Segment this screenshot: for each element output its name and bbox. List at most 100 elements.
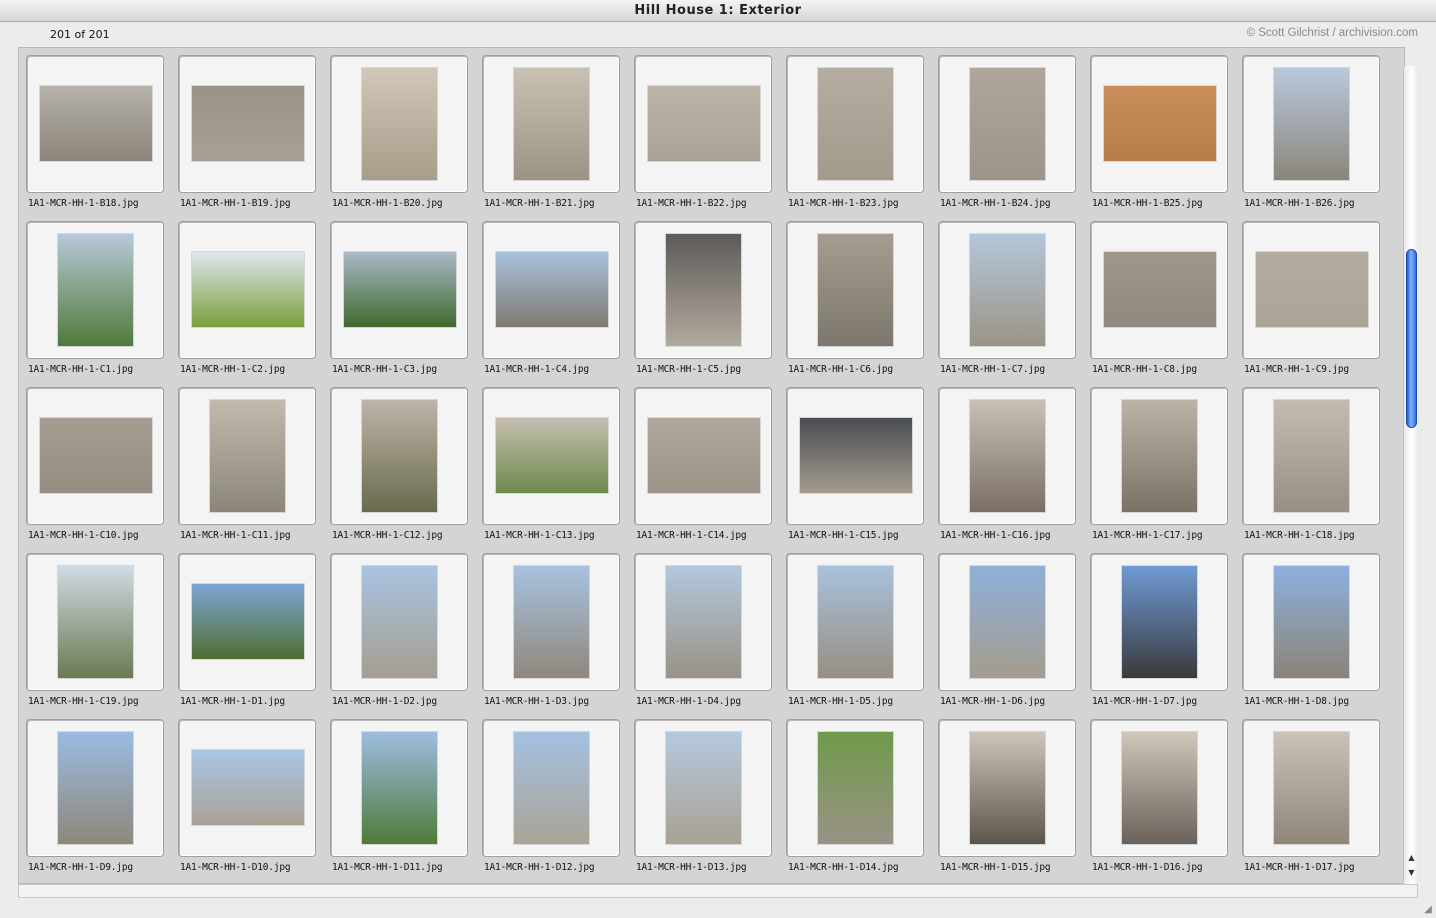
slide-mount[interactable] [482, 553, 620, 691]
thumbnail-item[interactable]: 1A1-MCR-HH-1-D14.jpg [780, 713, 924, 879]
scroll-up-arrow-icon[interactable]: ▲ [1404, 851, 1419, 864]
thumbnail-item[interactable]: 1A1-MCR-HH-1-B26.jpg [1236, 49, 1380, 215]
thumbnail-image[interactable] [362, 400, 437, 512]
thumbnail-item[interactable]: 1A1-MCR-HH-1-C4.jpg [476, 215, 620, 381]
thumbnail-item[interactable]: 1A1-MCR-HH-1-C7.jpg [932, 215, 1076, 381]
thumbnail-image[interactable] [970, 566, 1045, 678]
thumbnail-image[interactable] [818, 566, 893, 678]
thumbnail-item[interactable]: 1A1-MCR-HH-1-D8.jpg [1236, 547, 1380, 713]
slide-mount[interactable] [330, 55, 468, 193]
slide-mount[interactable] [1090, 387, 1228, 525]
thumbnail-image[interactable] [666, 234, 741, 346]
thumbnail-item[interactable]: 1A1-MCR-HH-1-C8.jpg [1084, 215, 1228, 381]
slide-mount[interactable] [178, 55, 316, 193]
slide-mount[interactable] [1242, 221, 1380, 359]
thumbnail-item[interactable]: 1A1-MCR-HH-1-B20.jpg [324, 49, 468, 215]
thumbnail-image[interactable] [192, 584, 304, 659]
thumbnail-image[interactable] [344, 252, 456, 327]
slide-mount[interactable] [330, 719, 468, 857]
thumbnail-item[interactable]: 1A1-MCR-HH-1-D2.jpg [324, 547, 468, 713]
thumbnail-image[interactable] [362, 68, 437, 180]
slide-mount[interactable] [178, 719, 316, 857]
thumbnail-image[interactable] [970, 400, 1045, 512]
thumbnail-item[interactable]: 1A1-MCR-HH-1-D4.jpg [628, 547, 772, 713]
thumbnail-item[interactable]: 1A1-MCR-HH-1-D1.jpg [172, 547, 316, 713]
slide-mount[interactable] [786, 387, 924, 525]
slide-mount[interactable] [634, 553, 772, 691]
slide-mount[interactable] [634, 719, 772, 857]
thumbnail-item[interactable]: 1A1-MCR-HH-1-D6.jpg [932, 547, 1076, 713]
thumbnail-image[interactable] [496, 418, 608, 493]
thumbnail-item[interactable]: 1A1-MCR-HH-1-C18.jpg [1236, 381, 1380, 547]
thumbnail-item[interactable]: 1A1-MCR-HH-1-D5.jpg [780, 547, 924, 713]
thumbnail-image[interactable] [970, 234, 1045, 346]
slide-mount[interactable] [178, 553, 316, 691]
thumbnail-image[interactable] [210, 400, 285, 512]
scrollbar-thumb[interactable] [1406, 249, 1417, 428]
thumbnail-item[interactable]: 1A1-MCR-HH-1-D11.jpg [324, 713, 468, 879]
thumbnail-item[interactable]: 1A1-MCR-HH-1-B22.jpg [628, 49, 772, 215]
slide-mount[interactable] [1242, 553, 1380, 691]
slide-mount[interactable] [786, 221, 924, 359]
thumbnail-image[interactable] [192, 86, 304, 161]
thumbnail-item[interactable]: 1A1-MCR-HH-1-B19.jpg [172, 49, 316, 215]
slide-mount[interactable] [634, 221, 772, 359]
thumbnail-item[interactable]: 1A1-MCR-HH-1-C17.jpg [1084, 381, 1228, 547]
slide-mount[interactable] [786, 55, 924, 193]
thumbnail-item[interactable]: 1A1-MCR-HH-1-C6.jpg [780, 215, 924, 381]
thumbnail-item[interactable]: 1A1-MCR-HH-1-D15.jpg [932, 713, 1076, 879]
slide-mount[interactable] [938, 553, 1076, 691]
slide-mount[interactable] [26, 55, 164, 193]
thumbnail-image[interactable] [514, 732, 589, 844]
thumbnail-item[interactable]: 1A1-MCR-HH-1-B23.jpg [780, 49, 924, 215]
slide-mount[interactable] [1242, 719, 1380, 857]
slide-mount[interactable] [482, 221, 620, 359]
thumbnail-image[interactable] [192, 750, 304, 825]
thumbnail-image[interactable] [1122, 732, 1197, 844]
thumbnail-image[interactable] [1122, 400, 1197, 512]
thumbnail-item[interactable]: 1A1-MCR-HH-1-D10.jpg [172, 713, 316, 879]
thumbnail-image[interactable] [1274, 566, 1349, 678]
thumbnail-item[interactable]: 1A1-MCR-HH-1-C9.jpg [1236, 215, 1380, 381]
thumbnail-image[interactable] [1104, 252, 1216, 327]
thumbnail-item[interactable]: 1A1-MCR-HH-1-C15.jpg [780, 381, 924, 547]
thumbnail-image[interactable] [818, 68, 893, 180]
thumbnail-item[interactable]: 1A1-MCR-HH-1-C3.jpg [324, 215, 468, 381]
thumbnail-item[interactable]: 1A1-MCR-HH-1-D3.jpg [476, 547, 620, 713]
thumbnail-item[interactable]: 1A1-MCR-HH-1-B24.jpg [932, 49, 1076, 215]
thumbnail-item[interactable]: 1A1-MCR-HH-1-D16.jpg [1084, 713, 1228, 879]
slide-mount[interactable] [786, 553, 924, 691]
thumbnail-item[interactable]: 1A1-MCR-HH-1-D9.jpg [20, 713, 164, 879]
thumbnail-image[interactable] [800, 418, 912, 493]
slide-mount[interactable] [178, 387, 316, 525]
slide-mount[interactable] [26, 553, 164, 691]
slide-mount[interactable] [482, 719, 620, 857]
thumbnail-item[interactable]: 1A1-MCR-HH-1-D7.jpg [1084, 547, 1228, 713]
slide-mount[interactable] [1242, 55, 1380, 193]
slide-mount[interactable] [1242, 387, 1380, 525]
thumbnail-image[interactable] [40, 418, 152, 493]
thumbnail-image[interactable] [648, 418, 760, 493]
thumbnail-image[interactable] [1274, 68, 1349, 180]
thumbnail-image[interactable] [818, 234, 893, 346]
slide-mount[interactable] [26, 719, 164, 857]
thumbnail-item[interactable]: 1A1-MCR-HH-1-C1.jpg [20, 215, 164, 381]
slide-mount[interactable] [634, 55, 772, 193]
thumbnail-image[interactable] [970, 68, 1045, 180]
thumbnail-image[interactable] [362, 732, 437, 844]
thumbnail-item[interactable]: 1A1-MCR-HH-1-C16.jpg [932, 381, 1076, 547]
thumbnail-image[interactable] [666, 566, 741, 678]
slide-mount[interactable] [938, 55, 1076, 193]
slide-mount[interactable] [938, 387, 1076, 525]
thumbnail-image[interactable] [58, 234, 133, 346]
thumbnail-item[interactable]: 1A1-MCR-HH-1-C10.jpg [20, 381, 164, 547]
slide-mount[interactable] [178, 221, 316, 359]
thumbnail-item[interactable]: 1A1-MCR-HH-1-C19.jpg [20, 547, 164, 713]
vertical-scrollbar[interactable]: ▲ ▼ [1403, 66, 1419, 884]
slide-mount[interactable] [330, 387, 468, 525]
thumbnail-image[interactable] [514, 566, 589, 678]
slide-mount[interactable] [482, 387, 620, 525]
slide-mount[interactable] [26, 387, 164, 525]
thumbnail-image[interactable] [58, 566, 133, 678]
thumbnail-item[interactable]: 1A1-MCR-HH-1-C2.jpg [172, 215, 316, 381]
